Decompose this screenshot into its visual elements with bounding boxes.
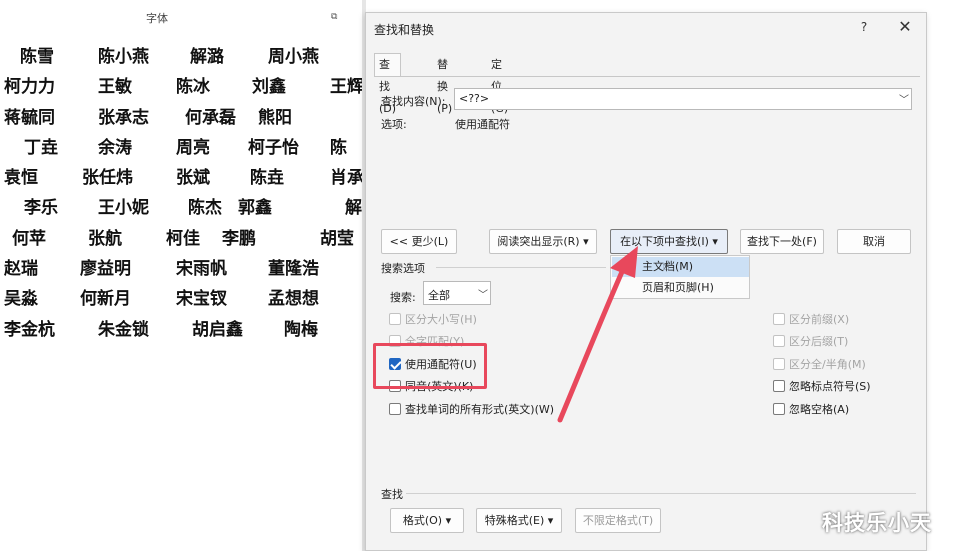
watermark: 科技乐小天 — [822, 511, 932, 535]
annotation-arrow-icon — [557, 246, 638, 423]
